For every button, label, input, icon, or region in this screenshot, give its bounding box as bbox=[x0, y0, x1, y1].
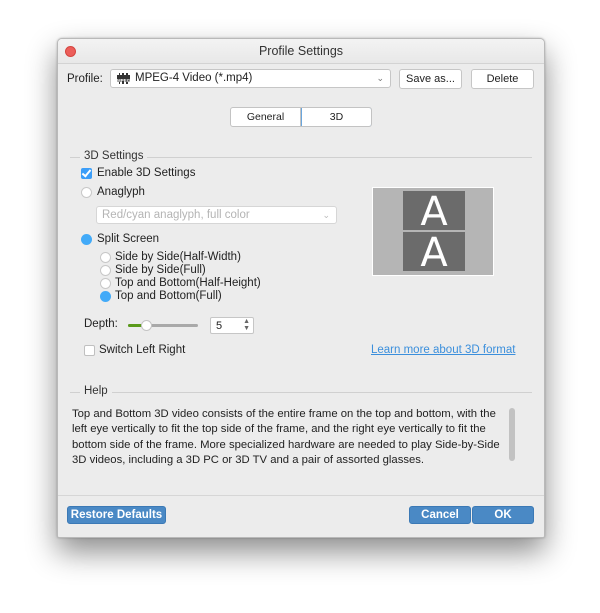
tab-bar: General 3D bbox=[230, 107, 372, 127]
split-option-radio[interactable] bbox=[100, 252, 111, 263]
window-title: Profile Settings bbox=[258, 44, 344, 58]
split-screen-radio[interactable] bbox=[81, 234, 92, 245]
save-as-button[interactable]: Save as... bbox=[399, 69, 462, 89]
3d-preview: A A bbox=[372, 187, 494, 276]
tab-general[interactable]: General bbox=[231, 108, 300, 126]
chevron-down-icon: ⌄ bbox=[322, 210, 330, 220]
profile-value: MPEG-4 Video (*.mp4) bbox=[135, 72, 253, 84]
title-bar[interactable]: Profile Settings bbox=[58, 39, 544, 64]
depth-stepper[interactable]: 5 ▲ ▼ bbox=[210, 317, 254, 334]
anaglyph-select-value: Red/cyan anaglyph, full color bbox=[102, 209, 250, 221]
split-option-radio[interactable] bbox=[100, 265, 111, 276]
split-option-label[interactable]: Side by Side(Full) bbox=[115, 264, 206, 276]
help-text: Top and Bottom 3D video consists of the … bbox=[72, 408, 500, 466]
profile-settings-window: Profile Settings Profile: MPEG MPEG-4 Vi… bbox=[57, 38, 545, 538]
anaglyph-label[interactable]: Anaglyph bbox=[97, 186, 145, 198]
help-scrollbar[interactable] bbox=[509, 408, 515, 461]
anaglyph-radio[interactable] bbox=[81, 187, 92, 198]
depth-slider[interactable] bbox=[128, 320, 198, 331]
depth-label: Depth: bbox=[84, 318, 118, 330]
depth-value[interactable]: 5 bbox=[216, 320, 222, 332]
split-option-label[interactable]: Side by Side(Half-Width) bbox=[115, 251, 241, 263]
mpeg-film-icon: MPEG bbox=[117, 73, 130, 84]
switch-left-right-label[interactable]: Switch Left Right bbox=[99, 344, 185, 356]
profile-label: Profile: bbox=[67, 73, 103, 85]
preview-bottom-frame: A bbox=[403, 232, 465, 275]
enable-3d-checkbox[interactable] bbox=[81, 168, 92, 179]
anaglyph-select[interactable]: Red/cyan anaglyph, full color ⌄ bbox=[96, 206, 337, 224]
settings-group-title: 3D Settings bbox=[80, 150, 148, 162]
preview-top-frame: A bbox=[403, 191, 465, 234]
help-group-title: Help bbox=[80, 385, 112, 397]
split-option-label[interactable]: Top and Bottom(Full) bbox=[115, 290, 222, 302]
depth-slider-knob[interactable] bbox=[141, 320, 152, 331]
split-screen-label[interactable]: Split Screen bbox=[97, 233, 159, 245]
ok-button[interactable]: OK bbox=[472, 506, 534, 524]
split-option-label[interactable]: Top and Bottom(Half-Height) bbox=[115, 277, 261, 289]
restore-defaults-button[interactable]: Restore Defaults bbox=[67, 506, 166, 524]
footer-divider bbox=[58, 495, 544, 496]
split-option-radio[interactable] bbox=[100, 278, 111, 289]
switch-left-right-checkbox[interactable] bbox=[84, 345, 95, 356]
chevron-down-icon: ⌄ bbox=[376, 73, 384, 83]
learn-more-link[interactable]: Learn more about 3D format bbox=[371, 344, 515, 356]
help-divider bbox=[70, 392, 532, 393]
profile-select[interactable]: MPEG MPEG-4 Video (*.mp4) ⌄ bbox=[110, 69, 391, 88]
cancel-button[interactable]: Cancel bbox=[409, 506, 471, 524]
stepper-arrows-icon[interactable]: ▲ ▼ bbox=[243, 318, 250, 332]
enable-3d-label[interactable]: Enable 3D Settings bbox=[97, 167, 195, 179]
tab-3d[interactable]: 3D bbox=[301, 108, 371, 126]
delete-button[interactable]: Delete bbox=[471, 69, 534, 89]
split-option-radio[interactable] bbox=[100, 291, 111, 302]
